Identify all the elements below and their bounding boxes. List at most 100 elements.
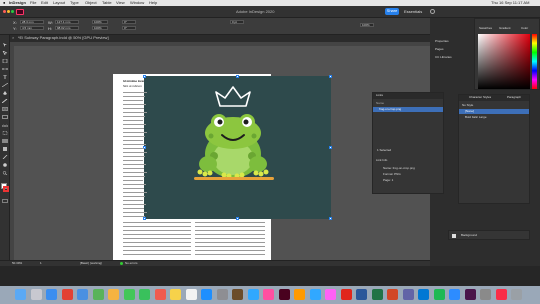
y-field[interactable]: 4.5 mm (20, 26, 44, 30)
dock-bridge-icon[interactable] (232, 289, 243, 300)
close-window-button[interactable] (3, 10, 6, 13)
zoom-window-button[interactable] (11, 10, 14, 13)
pages-panel-tab[interactable]: Pages (435, 48, 444, 51)
page-tool-icon[interactable] (2, 59, 8, 63)
dock-reminders-icon[interactable] (185, 289, 197, 300)
dock-maps-icon[interactable] (92, 289, 104, 300)
x-field[interactable]: 28.3 mm (20, 20, 44, 24)
menu-type[interactable]: Type (70, 1, 79, 5)
handle-middle-right[interactable] (329, 146, 332, 149)
status-page[interactable]: 1 (40, 262, 42, 265)
dock-word-icon[interactable] (356, 289, 367, 300)
swatches-tab[interactable]: Swatches (479, 27, 492, 30)
dock-teams-icon[interactable] (402, 289, 414, 300)
status-errors[interactable]: No errors (125, 262, 138, 265)
dock-lightroom-icon[interactable] (247, 289, 259, 300)
menu-window[interactable]: Window (130, 1, 144, 5)
rectangle-frame-tool-icon[interactable] (2, 107, 8, 111)
dock-illustrator-icon[interactable] (294, 289, 305, 300)
dock-slack-icon[interactable] (464, 289, 476, 300)
menu-object[interactable]: Object (85, 1, 97, 5)
shear-field[interactable]: 0° (122, 26, 136, 30)
document-tab[interactable]: *El Subway Paragraph.indd @ 50% [GPU Pre… (18, 36, 109, 40)
angle-field[interactable]: 0° (122, 20, 136, 24)
dock-photoshop-icon[interactable] (309, 289, 321, 300)
dock-spotify-icon[interactable] (433, 289, 445, 300)
rectangle-tool-icon[interactable] (2, 115, 8, 119)
dock-finder-icon[interactable] (15, 289, 26, 300)
image-frame[interactable] (143, 75, 332, 220)
dock-outlook-icon[interactable] (418, 289, 429, 300)
stroke-weight-field[interactable]: 0 pt (230, 20, 244, 24)
selection-tool-icon[interactable] (2, 43, 8, 47)
style-item-bold-italic[interactable]: Bold Italic Large (465, 116, 487, 119)
text-heading[interactable]: Id minime lorem (123, 80, 146, 83)
dock-launchpad-icon[interactable] (30, 289, 42, 300)
dock-indesign-icon[interactable] (278, 289, 290, 300)
w-field[interactable]: 127.1 mm (55, 20, 79, 24)
dock-trash-icon[interactable] (511, 289, 522, 300)
menu-table[interactable]: Table (102, 1, 112, 5)
direct-selection-tool-icon[interactable] (2, 51, 8, 55)
h-field[interactable]: 98.02 mm (55, 26, 79, 30)
scale-x-field[interactable]: 100% (92, 20, 108, 24)
dock-zoom-icon[interactable] (449, 289, 460, 300)
style-item-none[interactable]: [None] (459, 109, 529, 114)
visibility-icon[interactable] (452, 234, 456, 238)
hand-tool-icon[interactable] (2, 163, 8, 167)
dock-facetime-icon[interactable] (139, 289, 150, 300)
dock-powerpoint-icon[interactable] (387, 289, 398, 300)
dock-calendar-icon[interactable] (154, 289, 166, 300)
pencil-tool-icon[interactable] (2, 99, 8, 103)
paragraph-styles-tab[interactable]: Paragraph (507, 96, 521, 99)
menu-view[interactable]: View (116, 1, 125, 5)
dock-excel-icon[interactable] (371, 289, 383, 300)
dock-incopy-icon[interactable] (263, 289, 274, 300)
eyedropper-tool-icon[interactable] (2, 155, 8, 159)
handle-top-left[interactable] (143, 75, 146, 78)
gap-tool-icon[interactable] (2, 67, 8, 71)
status-style[interactable]: [Basic] (working) (80, 262, 102, 265)
gradient-tab[interactable]: Gradient (499, 27, 511, 30)
dock-safari-icon[interactable] (46, 289, 57, 300)
menu-file[interactable]: File (30, 1, 36, 5)
color-tab[interactable]: Color (521, 27, 528, 30)
handle-bottom-right[interactable] (329, 217, 332, 220)
dock-messages-icon[interactable] (123, 289, 135, 300)
handle-top-center[interactable] (236, 75, 239, 78)
line-tool-icon[interactable] (2, 83, 8, 87)
search-icon[interactable] (430, 9, 435, 14)
gradient-tool-icon[interactable] (2, 139, 8, 143)
share-button[interactable]: Share (385, 8, 399, 15)
screen-mode-icon[interactable] (2, 199, 8, 203)
note-tool-icon[interactable] (2, 147, 8, 151)
handle-bottom-left[interactable] (143, 217, 146, 220)
zoom-tool-icon[interactable] (2, 171, 8, 175)
scale-y-field[interactable]: 100% (92, 26, 108, 30)
tab-close-icon[interactable]: × (12, 36, 14, 40)
dock-music-icon[interactable] (495, 289, 507, 300)
free-transform-tool-icon[interactable] (2, 131, 8, 135)
color-field[interactable] (478, 34, 530, 89)
workspace-switcher[interactable]: Essentials (404, 10, 422, 14)
handle-bottom-center[interactable] (236, 217, 239, 220)
pen-tool-icon[interactable] (2, 91, 8, 95)
status-zoom[interactable]: 50.39% (12, 262, 22, 265)
menu-edit[interactable]: Edit (41, 1, 48, 5)
text-paragraph-start[interactable]: Sint ut rubrum (123, 85, 142, 88)
dock-appstore-icon[interactable] (201, 289, 212, 300)
menu-layout[interactable]: Layout (53, 1, 65, 5)
minimize-window-button[interactable] (7, 10, 10, 13)
menu-help[interactable]: Help (149, 1, 157, 5)
properties-panel-tab[interactable]: Properties (435, 40, 449, 43)
dock-notes-icon[interactable] (170, 289, 181, 300)
stroke-swatch[interactable] (3, 186, 9, 192)
dock-photos-icon[interactable] (108, 289, 119, 300)
apple-icon[interactable]: ● (3, 1, 5, 5)
dock-files-icon[interactable] (480, 289, 491, 300)
dock-acrobat-icon[interactable] (340, 289, 352, 300)
dock-xd-icon[interactable] (325, 289, 336, 300)
dock-chrome-icon[interactable] (61, 289, 73, 300)
dock-mail-icon[interactable] (77, 289, 88, 300)
layer-background[interactable]: Background (461, 234, 477, 237)
